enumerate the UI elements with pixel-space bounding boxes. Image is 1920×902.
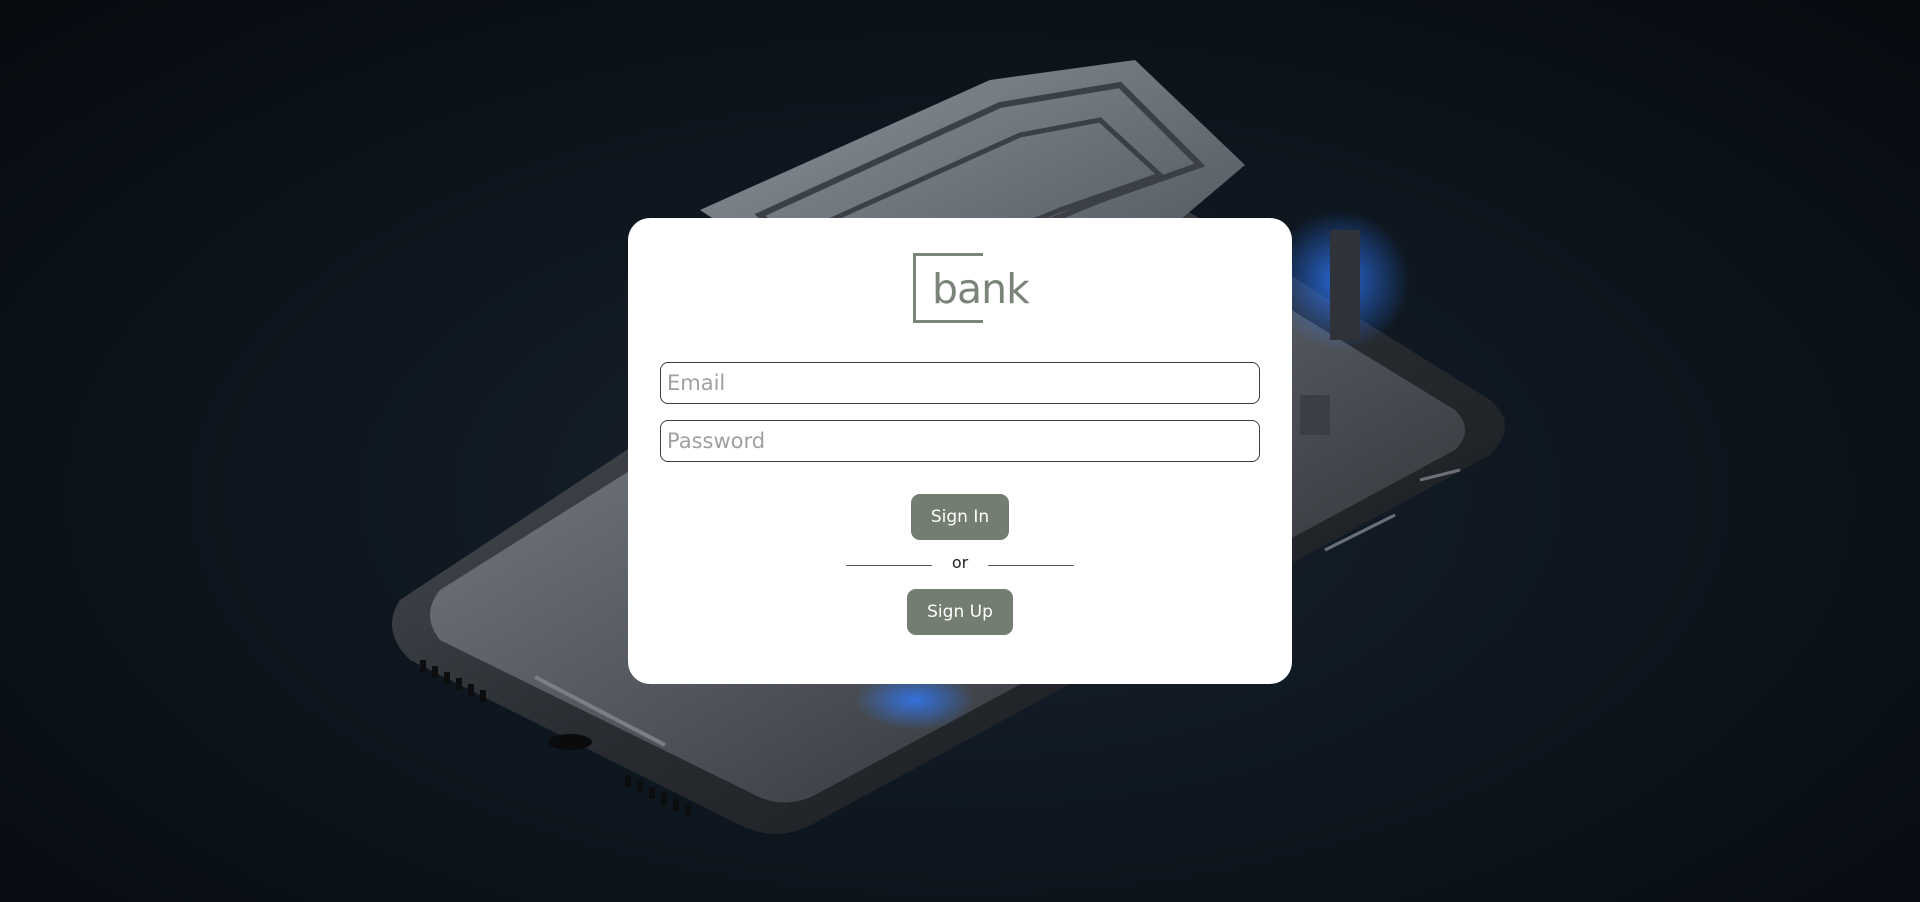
divider-line-right bbox=[988, 565, 1074, 566]
logo-text: bank bbox=[932, 265, 1030, 313]
password-field[interactable] bbox=[660, 420, 1260, 462]
sign-in-button[interactable]: Sign In bbox=[911, 494, 1009, 540]
divider-line-left bbox=[846, 565, 932, 566]
sign-up-button[interactable]: Sign Up bbox=[907, 589, 1013, 635]
divider-text: or bbox=[951, 553, 969, 572]
login-card: bank Sign In or Sign Up bbox=[628, 218, 1292, 684]
email-field[interactable] bbox=[660, 362, 1260, 404]
bank-logo: bank bbox=[909, 253, 1030, 329]
